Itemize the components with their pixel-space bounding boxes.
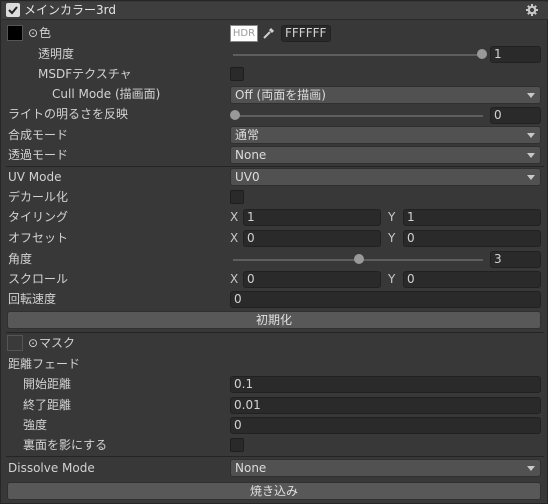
transparent-mode-value: None <box>235 148 267 162</box>
dissolve-mode-dropdown[interactable]: None <box>230 459 541 477</box>
divider <box>6 456 544 457</box>
foldout-indicator-icon: ⊙ <box>28 26 39 40</box>
fade-strength-label: 強度 <box>23 418 48 432</box>
reset-button[interactable]: 初期化 <box>7 311 541 329</box>
backface-shadow-checkbox[interactable] <box>230 438 244 452</box>
offset-x-field[interactable]: 0 <box>243 230 381 247</box>
divider <box>6 332 544 333</box>
fade-end-field[interactable]: 0.01 <box>230 397 541 414</box>
angle-label: 角度 <box>8 252 33 266</box>
transparency-field[interactable]: 1 <box>490 46 541 63</box>
bake-button[interactable]: 焼き込み <box>7 482 541 500</box>
chevron-down-icon <box>527 133 535 138</box>
tiling-y-axis-label: Y <box>388 210 396 224</box>
scroll-label: スクロール <box>8 272 69 286</box>
hex-color-field[interactable]: FFFFFF <box>281 25 331 42</box>
light-slider-knob[interactable] <box>230 110 240 120</box>
decal-checkbox[interactable] <box>230 190 244 204</box>
tiling-x-axis-label: X <box>230 210 239 224</box>
eyedropper-icon[interactable] <box>261 26 276 41</box>
msdf-checkbox[interactable] <box>230 67 244 81</box>
chevron-down-icon <box>527 175 535 180</box>
blend-mode-dropdown[interactable]: 通常 <box>230 126 541 144</box>
fade-start-label: 開始距離 <box>23 377 72 391</box>
angle-slider-knob[interactable] <box>354 254 364 264</box>
distance-fade-label: 距離フェード <box>8 357 81 371</box>
angle-field[interactable]: 3 <box>490 251 541 268</box>
msdf-label: MSDFテクスチャ <box>38 67 132 81</box>
color-swatch[interactable] <box>7 25 23 41</box>
scroll-x-axis-label: X <box>230 272 239 286</box>
light-label: ライトの明るさを反映 <box>8 107 129 121</box>
scroll-y-field[interactable]: 0 <box>403 271 541 288</box>
rotation-speed-field[interactable]: 0 <box>230 291 541 308</box>
cull-mode-label: Cull Mode (描画面) <box>52 87 161 101</box>
main-color-3rd-panel: メインカラー3rd ⊙ 色 HDR FFFFFF 透明度 1 MSDFテクスチャ… <box>0 0 548 504</box>
blend-mode-label: 合成モード <box>8 128 69 142</box>
rotation-speed-label: 回転速度 <box>8 292 57 306</box>
chevron-down-icon <box>527 466 535 471</box>
tiling-y-field[interactable]: 1 <box>403 209 541 226</box>
offset-y-axis-label: Y <box>388 231 396 245</box>
transparent-mode-dropdown[interactable]: None <box>230 146 541 164</box>
divider <box>6 166 544 167</box>
cull-mode-value: Off (両面を描画) <box>235 88 326 102</box>
uv-mode-value: UV0 <box>235 170 260 184</box>
checkmark-icon <box>8 6 18 15</box>
fade-start-field[interactable]: 0.1 <box>230 376 541 393</box>
uv-mode-label: UV Mode <box>8 170 62 184</box>
decal-label: デカール化 <box>8 190 69 204</box>
chevron-down-icon <box>527 93 535 98</box>
offset-y-field[interactable]: 0 <box>403 230 541 247</box>
uv-mode-dropdown[interactable]: UV0 <box>230 168 541 186</box>
transparency-slider-track[interactable] <box>233 54 483 56</box>
gear-icon[interactable] <box>526 4 538 16</box>
dissolve-mode-value: None <box>235 461 267 475</box>
hdr-button[interactable]: HDR <box>230 25 258 42</box>
chevron-down-icon <box>527 153 535 158</box>
foldout-indicator-icon: ⊙ <box>28 336 39 350</box>
enable-checkbox[interactable] <box>6 3 20 17</box>
scroll-x-field[interactable]: 0 <box>243 271 381 288</box>
tiling-label: タイリング <box>8 210 69 224</box>
transparent-mode-label: 透過モード <box>8 148 69 162</box>
fade-end-label: 終了距離 <box>23 398 72 412</box>
section-header: メインカラー3rd <box>2 2 548 20</box>
fade-strength-field[interactable]: 0 <box>230 417 541 434</box>
tiling-x-field[interactable]: 1 <box>243 209 381 226</box>
transparency-label: 透明度 <box>38 47 75 61</box>
transparency-slider-knob[interactable] <box>477 49 487 59</box>
light-slider-track[interactable] <box>233 115 483 117</box>
section-title: メインカラー3rd <box>24 3 116 17</box>
offset-label: オフセット <box>8 231 69 245</box>
color-label: 色 <box>39 26 52 40</box>
mask-label: マスク <box>39 336 76 350</box>
backface-shadow-label: 裏面を影にする <box>23 438 108 452</box>
mask-swatch[interactable] <box>7 335 23 351</box>
cull-mode-dropdown[interactable]: Off (両面を描画) <box>230 86 541 104</box>
blend-mode-value: 通常 <box>235 128 260 142</box>
scroll-y-axis-label: Y <box>388 272 396 286</box>
light-field[interactable]: 0 <box>490 107 541 124</box>
dissolve-mode-label: Dissolve Mode <box>8 461 95 475</box>
offset-x-axis-label: X <box>230 231 239 245</box>
